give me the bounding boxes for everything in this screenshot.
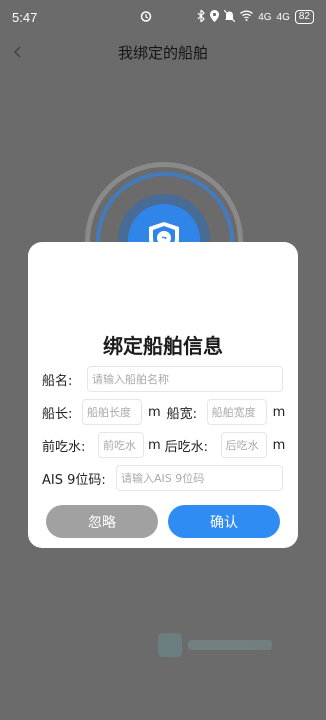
mute-icon <box>223 9 236 25</box>
bluetooth-icon <box>197 8 206 25</box>
width-placeholder: 船舶宽度 <box>211 406 256 419</box>
length-placeholder: 船舶长度 <box>87 406 131 419</box>
draft-front-input[interactable]: 前吃水 <box>98 432 144 458</box>
width-unit: m <box>272 404 286 420</box>
ais-label: AIS 9位码: <box>42 472 106 488</box>
watermark-logo-icon <box>158 633 182 657</box>
draft-front-unit: m <box>148 437 161 453</box>
signal-icon-1: 4G <box>258 11 272 23</box>
battery-icon: 82 <box>294 10 314 24</box>
ship-name-row: 船名: 请输入船舶名称 <box>42 366 283 392</box>
dialog-title: 绑定船舶信息 <box>103 334 223 358</box>
draft-rear-unit: m <box>272 437 286 453</box>
watermark <box>158 633 272 657</box>
ignore-button[interactable]: 忽略 <box>46 505 158 538</box>
draft-rear-placeholder: 后吃水 <box>225 439 259 452</box>
draft-front-placeholder: 前吃水 <box>103 439 136 452</box>
draft-rear-label: 后吃水: <box>164 439 209 455</box>
ship-name-placeholder: 请输入船舶名称 <box>92 373 169 386</box>
page-title: 我绑定的船舶 <box>117 43 208 62</box>
draft-row: 前吃水: 前吃水 m 后吃水: 后吃水 m <box>42 432 291 458</box>
watermark-text-shape <box>188 640 272 650</box>
width-input[interactable]: 船舶宽度 <box>206 399 267 425</box>
status-icons: 4G 4G 82 <box>197 8 314 25</box>
length-label: 船长: <box>42 406 73 422</box>
ship-name-input[interactable]: 请输入船舶名称 <box>87 366 283 392</box>
ship-name-label: 船名: <box>42 373 73 389</box>
wifi-icon <box>240 10 254 24</box>
ais-input[interactable]: 请输入AIS 9位码 <box>116 465 283 491</box>
alarm-icon <box>140 10 152 22</box>
app-header: 我绑定的船舶 <box>0 34 326 70</box>
chevron-left-icon <box>14 43 22 62</box>
ais-row: AIS 9位码: 请输入AIS 9位码 <box>42 465 283 491</box>
draft-front-label: 前吃水: <box>42 439 86 455</box>
width-label: 船宽: <box>166 406 198 422</box>
back-button[interactable] <box>8 40 28 64</box>
length-unit: m <box>148 404 161 420</box>
draft-rear-input[interactable]: 后吃水 <box>220 432 267 458</box>
location-icon <box>210 9 220 25</box>
status-bar: 5:47 4G 4G 82 <box>0 0 326 34</box>
signal-icon-2: 4G <box>276 11 290 23</box>
dimensions-row: 船长: 船舶长度 m 船宽: 船舶宽度 m <box>42 399 291 425</box>
bind-ship-dialog: 绑定船舶信息 船名: 请输入船舶名称 船长: 船舶长度 m 船宽: 船舶宽度 m… <box>28 242 298 548</box>
ais-placeholder: 请输入AIS 9位码 <box>121 472 205 485</box>
length-input[interactable]: 船舶长度 <box>82 399 142 425</box>
confirm-button[interactable]: 确认 <box>168 505 280 538</box>
status-time: 5:47 <box>12 9 38 25</box>
